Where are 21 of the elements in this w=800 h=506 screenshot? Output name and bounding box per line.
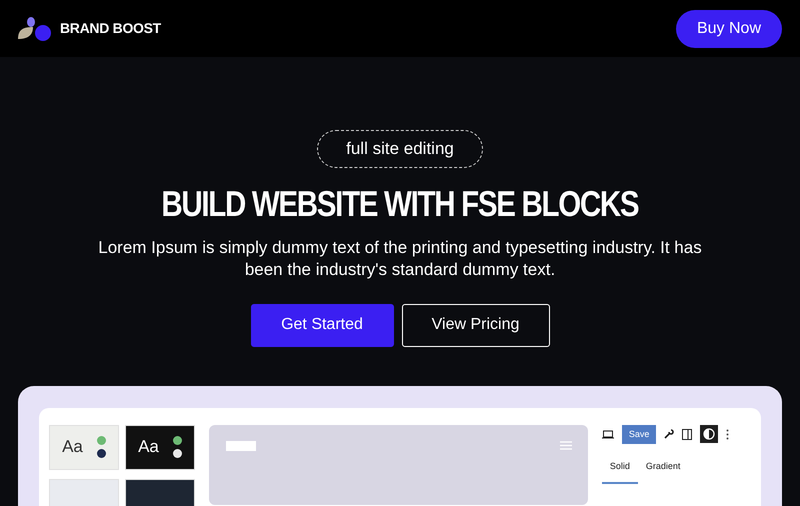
logo-icon [18,16,52,40]
tile-label: Aa [62,436,83,458]
hero-text: Lorem Ipsum is simply dummy text of the printing and typesetting industry. It has been the industry's standard dummy text. [97,236,703,281]
title-placeholder [226,440,256,451]
theme-tile[interactable]: Aa [49,424,119,470]
view-pricing-button[interactable]: View Pricing [402,304,550,347]
laptop-icon[interactable] [602,430,614,439]
contrast-icon[interactable] [700,425,718,444]
sidebar-icon[interactable] [682,428,692,440]
tile-label: Aa [138,436,159,458]
buy-now-button[interactable]: Buy Now [676,10,782,48]
tab[interactable]: Solid [602,456,638,484]
brand-name: BRAND BOOST [60,19,161,38]
theme-tile[interactable]: Aa [125,424,195,470]
wrench-icon[interactable] [664,429,674,440]
hero-title: BUILD WEBSITE WITH FSE BLOCKS [162,182,638,225]
get-started-button[interactable]: Get Started [250,304,394,347]
tab[interactable]: Gradient [638,456,688,484]
more-icon[interactable] [726,428,730,440]
save-button[interactable]: Save [622,424,656,444]
badge: full site editing [317,130,483,168]
